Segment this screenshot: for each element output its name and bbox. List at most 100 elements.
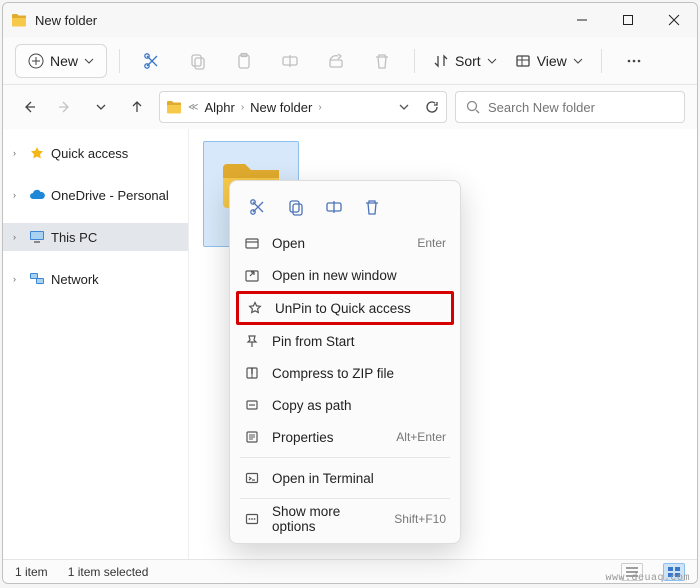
copy-button[interactable] — [178, 42, 218, 80]
trash-icon — [363, 198, 381, 216]
more-icon — [244, 511, 260, 527]
sidebar-label: Quick access — [51, 146, 128, 161]
back-button[interactable] — [15, 93, 43, 121]
ellipsis-icon — [625, 52, 643, 70]
menu-item-show-more[interactable]: Show more options Shift+F10 — [230, 503, 460, 535]
sidebar-label: This PC — [51, 230, 97, 245]
new-button[interactable]: New — [15, 44, 107, 78]
chevron-down-icon — [95, 101, 107, 113]
status-bar: 1 item 1 item selected — [3, 559, 697, 583]
toolbar: New Sort View — [3, 37, 697, 85]
sidebar-item-this-pc[interactable]: › This PC — [3, 223, 188, 251]
open-icon — [244, 235, 260, 251]
menu-item-pin-start[interactable]: Pin from Start — [230, 325, 460, 357]
sidebar-label: Network — [51, 272, 99, 287]
properties-icon — [244, 429, 260, 445]
chevron-down-icon — [573, 56, 583, 66]
refresh-icon[interactable] — [424, 99, 440, 115]
breadcrumb-seg[interactable]: New folder — [250, 100, 312, 115]
cut-button[interactable] — [132, 42, 172, 80]
sidebar-item-network[interactable]: › Network — [3, 265, 188, 293]
sidebar-item-quick-access[interactable]: › Quick access — [3, 139, 188, 167]
item-count: 1 item — [15, 565, 48, 579]
menu-item-open-terminal[interactable]: Open in Terminal — [230, 462, 460, 494]
context-menu-actions — [230, 187, 460, 227]
sidebar-item-onedrive[interactable]: › OneDrive - Personal — [3, 181, 188, 209]
minimize-button[interactable] — [559, 3, 605, 37]
highlight-box: UnPin to Quick access — [236, 291, 454, 325]
menu-item-compress-zip[interactable]: Compress to ZIP file — [230, 357, 460, 389]
breadcrumb[interactable]: ≪ Alphr › New folder › — [159, 91, 447, 123]
close-button[interactable] — [651, 3, 697, 37]
menu-item-open-new-window[interactable]: Open in new window — [230, 259, 460, 291]
copy-icon — [287, 198, 305, 216]
maximize-button[interactable] — [605, 3, 651, 37]
rename-button[interactable] — [270, 42, 310, 80]
terminal-icon — [244, 470, 260, 486]
forward-button[interactable] — [51, 93, 79, 121]
search-icon — [466, 100, 480, 114]
trash-icon — [373, 52, 391, 70]
sort-button[interactable]: Sort — [427, 42, 503, 80]
search-input[interactable] — [488, 100, 674, 115]
cloud-icon — [29, 187, 45, 203]
chevron-right-icon: › — [318, 102, 321, 113]
chevron-down-icon[interactable] — [398, 101, 410, 113]
chevron-right-icon: › — [13, 274, 23, 284]
details-view-button[interactable] — [621, 563, 643, 581]
up-button[interactable] — [123, 93, 151, 121]
star-outline-icon — [247, 300, 263, 316]
sort-icon — [433, 53, 449, 69]
menu-divider — [240, 457, 450, 458]
rename-icon — [281, 52, 299, 70]
path-icon — [244, 397, 260, 413]
chevron-right-icon: › — [13, 232, 23, 242]
view-button[interactable]: View — [509, 42, 589, 80]
chevron-down-icon — [84, 56, 94, 66]
breadcrumb-seg[interactable]: Alphr — [204, 100, 234, 115]
cut-button[interactable] — [244, 193, 272, 221]
chevron-icon: ≪ — [188, 102, 198, 113]
pc-icon — [29, 229, 45, 245]
new-label: New — [50, 53, 78, 69]
scissors-icon — [249, 198, 267, 216]
arrow-left-icon — [21, 99, 37, 115]
window-title: New folder — [35, 13, 559, 28]
search-box[interactable] — [455, 91, 685, 123]
selected-count: 1 item selected — [68, 565, 149, 579]
paste-button[interactable] — [224, 42, 264, 80]
chevron-right-icon: › — [13, 190, 23, 200]
recent-button[interactable] — [87, 93, 115, 121]
chevron-down-icon — [487, 56, 497, 66]
view-icon — [515, 53, 531, 69]
folder-icon — [11, 13, 27, 27]
titlebar: New folder — [3, 3, 697, 37]
menu-item-open[interactable]: Open Enter — [230, 227, 460, 259]
delete-button[interactable] — [362, 42, 402, 80]
scissors-icon — [143, 52, 161, 70]
share-icon — [327, 52, 345, 70]
copy-button[interactable] — [282, 193, 310, 221]
clipboard-icon — [235, 52, 253, 70]
new-window-icon — [244, 267, 260, 283]
menu-item-copy-path[interactable]: Copy as path — [230, 389, 460, 421]
pin-icon — [244, 333, 260, 349]
delete-button[interactable] — [358, 193, 386, 221]
folder-icon — [166, 100, 182, 114]
menu-item-unpin-quick-access[interactable]: UnPin to Quick access — [239, 294, 451, 322]
nav-row: ≪ Alphr › New folder › — [3, 85, 697, 129]
rename-button[interactable] — [320, 193, 348, 221]
sidebar-label: OneDrive - Personal — [51, 188, 169, 203]
chevron-right-icon: › — [13, 148, 23, 158]
star-icon — [29, 145, 45, 161]
share-button[interactable] — [316, 42, 356, 80]
arrow-up-icon — [129, 99, 145, 115]
arrow-right-icon — [57, 99, 73, 115]
network-icon — [29, 271, 45, 287]
copy-icon — [189, 52, 207, 70]
menu-item-properties[interactable]: Properties Alt+Enter — [230, 421, 460, 453]
more-button[interactable] — [614, 42, 654, 80]
icons-view-button[interactable] — [663, 563, 685, 581]
plus-circle-icon — [28, 53, 44, 69]
rename-icon — [325, 198, 343, 216]
